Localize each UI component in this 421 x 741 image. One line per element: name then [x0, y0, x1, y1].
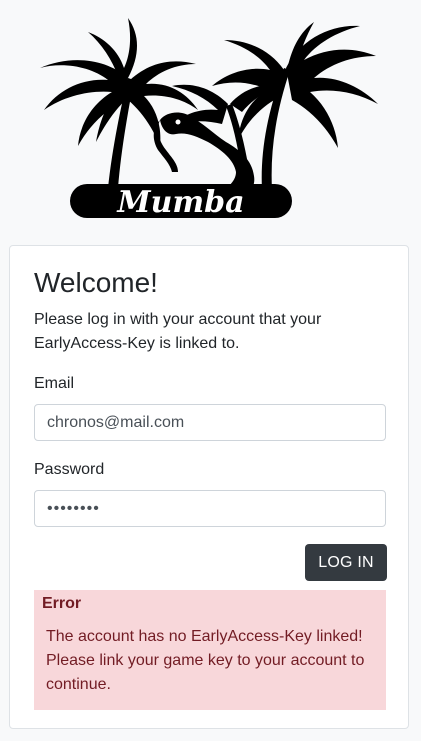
error-alert: Error The account has no EarlyAccess-Key…: [34, 590, 386, 710]
mumba-wordmark: Mumba: [70, 184, 292, 220]
email-label: Email: [34, 375, 75, 392]
login-card: Welcome! Please log in with your account…: [9, 245, 409, 729]
error-title: Error: [42, 595, 82, 612]
brand-text: Mumba: [116, 185, 244, 220]
email-field[interactable]: [34, 404, 386, 441]
right-palm-tree-icon: [170, 22, 378, 190]
intro-text: Please log in with your account that you…: [34, 311, 322, 352]
mumba-logo: Mumba: [0, 0, 421, 230]
password-label: Password: [34, 461, 105, 478]
page-title: Welcome!: [34, 267, 158, 298]
error-message: The account has no EarlyAccess-Key linke…: [46, 628, 365, 693]
password-field[interactable]: [34, 490, 386, 527]
snake-icon: [153, 112, 255, 196]
login-button[interactable]: LOG IN: [305, 544, 387, 581]
